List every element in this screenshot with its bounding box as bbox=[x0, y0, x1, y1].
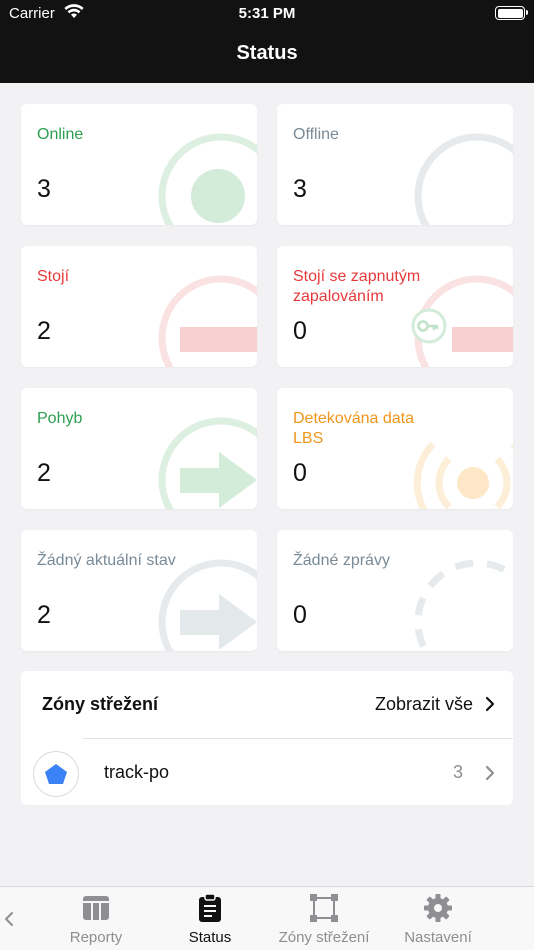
tab-zony-strezeni[interactable]: Zóny střežení bbox=[264, 887, 384, 950]
arrow-right-icon bbox=[158, 417, 257, 509]
card-count: 2 bbox=[37, 459, 51, 487]
tab-label: Status bbox=[188, 929, 232, 946]
tab-reporty[interactable]: Reporty bbox=[36, 887, 156, 950]
card-count: 0 bbox=[293, 317, 307, 345]
stop-bar-icon bbox=[158, 275, 257, 367]
clock: 5:31 PM bbox=[238, 5, 296, 22]
zone-square-icon bbox=[310, 894, 338, 922]
navigation-bar: Status bbox=[0, 30, 534, 83]
table-icon bbox=[83, 896, 109, 920]
zone-count: 3 bbox=[452, 762, 463, 782]
tab-label: Nastavení bbox=[404, 929, 472, 946]
page-title: Status bbox=[236, 42, 298, 64]
card-label: Pohyb bbox=[37, 410, 83, 427]
divider bbox=[83, 738, 513, 739]
offline-circle-icon bbox=[414, 133, 513, 225]
tab-label: Zóny střežení bbox=[278, 929, 370, 946]
status-card-online[interactable]: Online 3 bbox=[21, 104, 257, 225]
card-count: 3 bbox=[293, 175, 307, 203]
card-label: Online bbox=[37, 126, 84, 143]
chevron-right-icon[interactable] bbox=[485, 765, 495, 781]
card-label: Žádný aktuální stav bbox=[37, 552, 176, 569]
arrow-right-icon bbox=[158, 559, 257, 651]
dashed-circle-icon bbox=[414, 559, 513, 651]
clipboard-icon bbox=[199, 893, 221, 922]
status-card-stopped-ignition[interactable]: Stojí se zapnutým zapalováním 0 bbox=[277, 246, 513, 367]
card-count: 2 bbox=[37, 601, 51, 629]
card-count: 3 bbox=[37, 175, 51, 203]
card-count: 2 bbox=[37, 317, 51, 345]
tab-nastaveni[interactable]: Nastavení bbox=[378, 887, 498, 950]
card-label: Offline bbox=[293, 126, 339, 143]
chevron-left-icon[interactable] bbox=[4, 911, 14, 927]
card-count: 0 bbox=[293, 459, 307, 487]
online-circle-icon bbox=[158, 133, 257, 225]
card-label: Detekována data LBS bbox=[293, 410, 414, 447]
card-label: Stojí bbox=[37, 268, 70, 285]
zone-name: track-po bbox=[104, 762, 170, 782]
status-card-offline[interactable]: Offline 3 bbox=[277, 104, 513, 225]
zones-panel: Zóny střežení Zobrazit vše track-po 3 bbox=[21, 671, 513, 805]
status-bar: Carrier 5:31 PM bbox=[0, 0, 534, 30]
status-card-moving[interactable]: Pohyb 2 bbox=[21, 388, 257, 509]
card-label: Stojí se zapnutým zapalováním bbox=[293, 268, 421, 305]
card-label: Žádné zprávy bbox=[293, 552, 390, 569]
show-all-link[interactable]: Zobrazit vše bbox=[375, 694, 473, 715]
status-card-no-messages[interactable]: Žádné zprávy 0 bbox=[277, 530, 513, 651]
battery-icon bbox=[495, 6, 528, 20]
tab-bar: Reporty Status Zóny střežení Nastavení bbox=[0, 886, 534, 950]
gear-icon bbox=[424, 894, 452, 922]
status-card-lbs[interactable]: Detekována data LBS 0 bbox=[277, 388, 513, 509]
zones-title: Zóny střežení bbox=[42, 694, 159, 714]
tab-label: Reporty bbox=[69, 929, 123, 946]
tab-status[interactable]: Status bbox=[150, 887, 270, 950]
pentagon-icon bbox=[33, 751, 79, 797]
status-card-stopped[interactable]: Stojí 2 bbox=[21, 246, 257, 367]
chevron-right-icon[interactable] bbox=[485, 696, 495, 712]
status-card-no-state[interactable]: Žádný aktuální stav 2 bbox=[21, 530, 257, 651]
card-count: 0 bbox=[293, 601, 307, 629]
